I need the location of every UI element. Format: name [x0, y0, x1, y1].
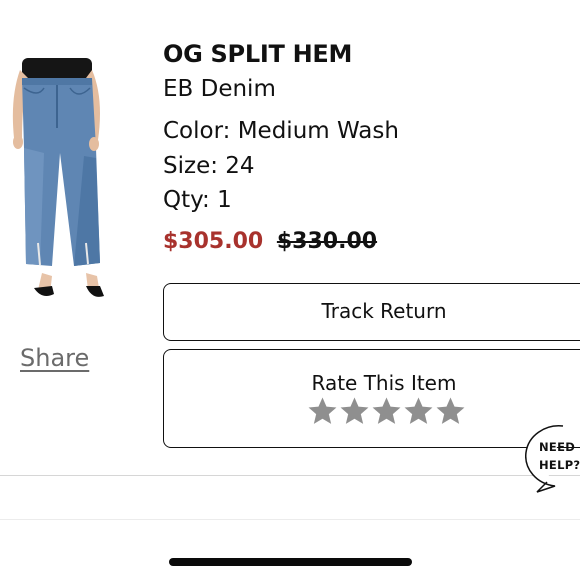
rate-item-button[interactable]: Rate This Item — [163, 349, 580, 448]
star-rating[interactable] — [307, 394, 467, 434]
star-icon[interactable] — [371, 394, 402, 428]
home-indicator — [169, 558, 412, 566]
track-return-button[interactable]: Track Return — [163, 283, 580, 341]
star-icon[interactable] — [339, 394, 370, 428]
product-title: OG SPLIT HEM — [163, 40, 353, 68]
help-line-2: HELP? — [539, 458, 580, 472]
track-return-label: Track Return — [321, 299, 447, 323]
product-qty: Qty: 1 — [163, 187, 232, 213]
product-image[interactable] — [0, 58, 112, 308]
need-help-button[interactable]: NEED HELP? — [539, 438, 580, 474]
product-color: Color: Medium Wash — [163, 118, 399, 144]
star-icon[interactable] — [403, 394, 434, 428]
star-icon[interactable] — [307, 394, 338, 428]
price-row: $305.00 $330.00 — [163, 229, 377, 254]
divider — [0, 475, 580, 476]
rate-item-label: Rate This Item — [311, 371, 457, 395]
help-line-1: NEED — [539, 440, 576, 454]
original-price: $330.00 — [276, 229, 378, 254]
sale-price: $305.00 — [163, 229, 264, 254]
divider — [0, 519, 580, 520]
share-link[interactable]: Share — [20, 344, 89, 372]
product-brand: EB Denim — [163, 76, 276, 102]
product-size: Size: 24 — [163, 153, 255, 179]
star-icon[interactable] — [435, 394, 466, 428]
